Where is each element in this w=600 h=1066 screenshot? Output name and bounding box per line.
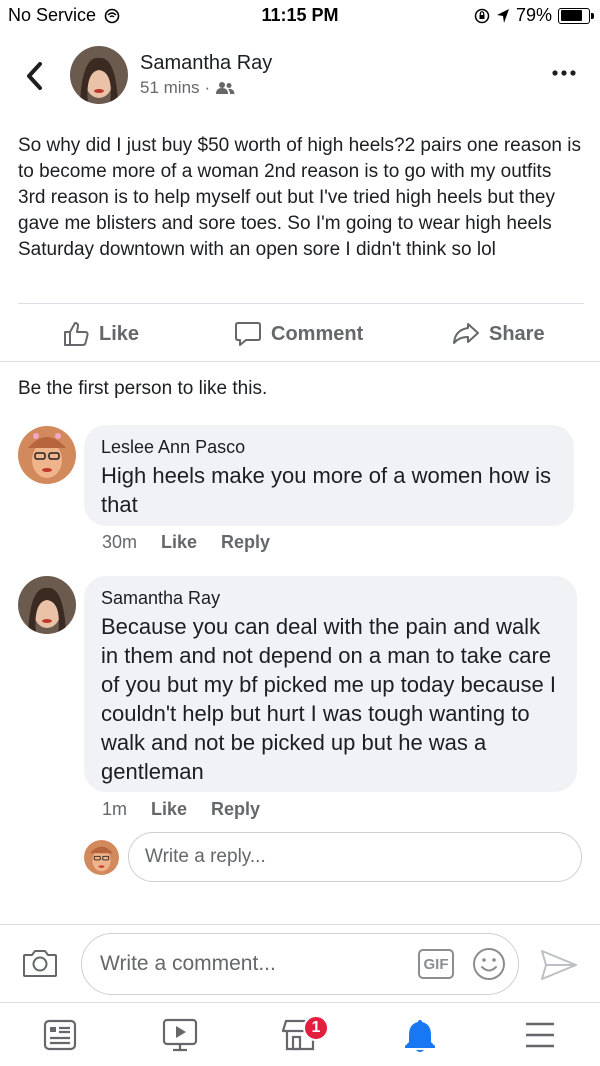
- avatar-photo: [84, 840, 119, 875]
- tab-bar: 1: [0, 1002, 600, 1066]
- divider: [0, 361, 600, 362]
- comment-time: 1m: [102, 799, 128, 819]
- comment-bubble[interactable]: Samantha Ray Because you can deal with t…: [84, 576, 577, 792]
- share-icon: [453, 323, 479, 344]
- post-header: Samantha Ray 51 mins ·: [0, 40, 600, 114]
- reactions-summary: Be the first person to like this.: [18, 378, 268, 399]
- send-icon[interactable]: [540, 949, 578, 981]
- notification-badge: 1: [303, 1015, 329, 1041]
- status-right: 79%: [474, 5, 594, 26]
- commenter-avatar[interactable]: [18, 576, 76, 634]
- commenter-name[interactable]: Leslee Ann Pasco: [101, 437, 557, 458]
- comment-meta: 1m Like Reply: [102, 799, 260, 820]
- author-avatar[interactable]: [70, 46, 128, 104]
- post-action-bar: Like Comment Share: [0, 306, 600, 362]
- notifications-icon: [405, 1020, 435, 1052]
- news-feed-icon: [43, 1019, 77, 1051]
- reply-input[interactable]: [128, 832, 582, 882]
- watch-icon: [162, 1018, 198, 1052]
- comment-composer: GIF: [0, 924, 600, 1002]
- author-name[interactable]: Samantha Ray: [140, 52, 272, 75]
- like-button[interactable]: Like: [62, 320, 139, 348]
- comment-meta: 30m Like Reply: [102, 532, 270, 553]
- post-body: So why did I just buy $50 worth of high …: [18, 135, 581, 260]
- comment-reply-button[interactable]: Reply: [221, 532, 270, 553]
- tab-menu[interactable]: [520, 1017, 560, 1053]
- camera-icon[interactable]: [22, 947, 58, 979]
- post-meta: 51 mins ·: [140, 78, 235, 98]
- menu-icon: [526, 1022, 554, 1048]
- like-label: Like: [99, 322, 140, 345]
- share-label: Share: [489, 322, 545, 345]
- friends-icon: [216, 82, 235, 94]
- back-icon[interactable]: [20, 58, 50, 94]
- emoji-icon[interactable]: [472, 947, 506, 981]
- tab-news-feed[interactable]: [40, 1017, 80, 1053]
- meta-separator: ·: [204, 78, 211, 97]
- status-bar: No Service 11:15 PM 79%: [0, 0, 600, 34]
- commenter-name[interactable]: Samantha Ray: [101, 588, 560, 609]
- comment-button[interactable]: Comment: [234, 320, 363, 348]
- comment-text: Because you can deal with the pain and w…: [101, 614, 556, 784]
- battery-percent: 79%: [515, 5, 552, 25]
- avatar-photo: [70, 46, 128, 104]
- tab-watch[interactable]: [160, 1017, 200, 1053]
- comment-like-button[interactable]: Like: [161, 532, 197, 553]
- divider: [18, 303, 584, 304]
- post-time[interactable]: 51 mins: [140, 78, 200, 98]
- gif-button[interactable]: GIF: [418, 949, 454, 979]
- comment-time: 30m: [102, 532, 138, 552]
- comment-bubble[interactable]: Leslee Ann Pasco High heels make you mor…: [84, 425, 574, 526]
- more-options-icon[interactable]: [552, 64, 576, 76]
- commenter-avatar[interactable]: [18, 426, 76, 484]
- comment-like-button[interactable]: Like: [151, 799, 187, 820]
- comment-reply-button[interactable]: Reply: [211, 799, 260, 820]
- comment-icon: [235, 322, 261, 346]
- thumbs-up-icon: [64, 322, 89, 346]
- current-user-avatar: [84, 840, 119, 875]
- battery-icon: [558, 7, 594, 24]
- tab-notifications[interactable]: [400, 1017, 440, 1053]
- orientation-lock-icon: [474, 8, 490, 23]
- share-button[interactable]: Share: [452, 320, 545, 348]
- avatar-photo: [18, 426, 76, 484]
- comment-text: High heels make you more of a women how …: [101, 463, 551, 517]
- location-arrow-icon: [496, 8, 509, 23]
- battery-level: [560, 10, 582, 21]
- avatar-photo: [18, 576, 76, 634]
- comment-label: Comment: [271, 322, 364, 345]
